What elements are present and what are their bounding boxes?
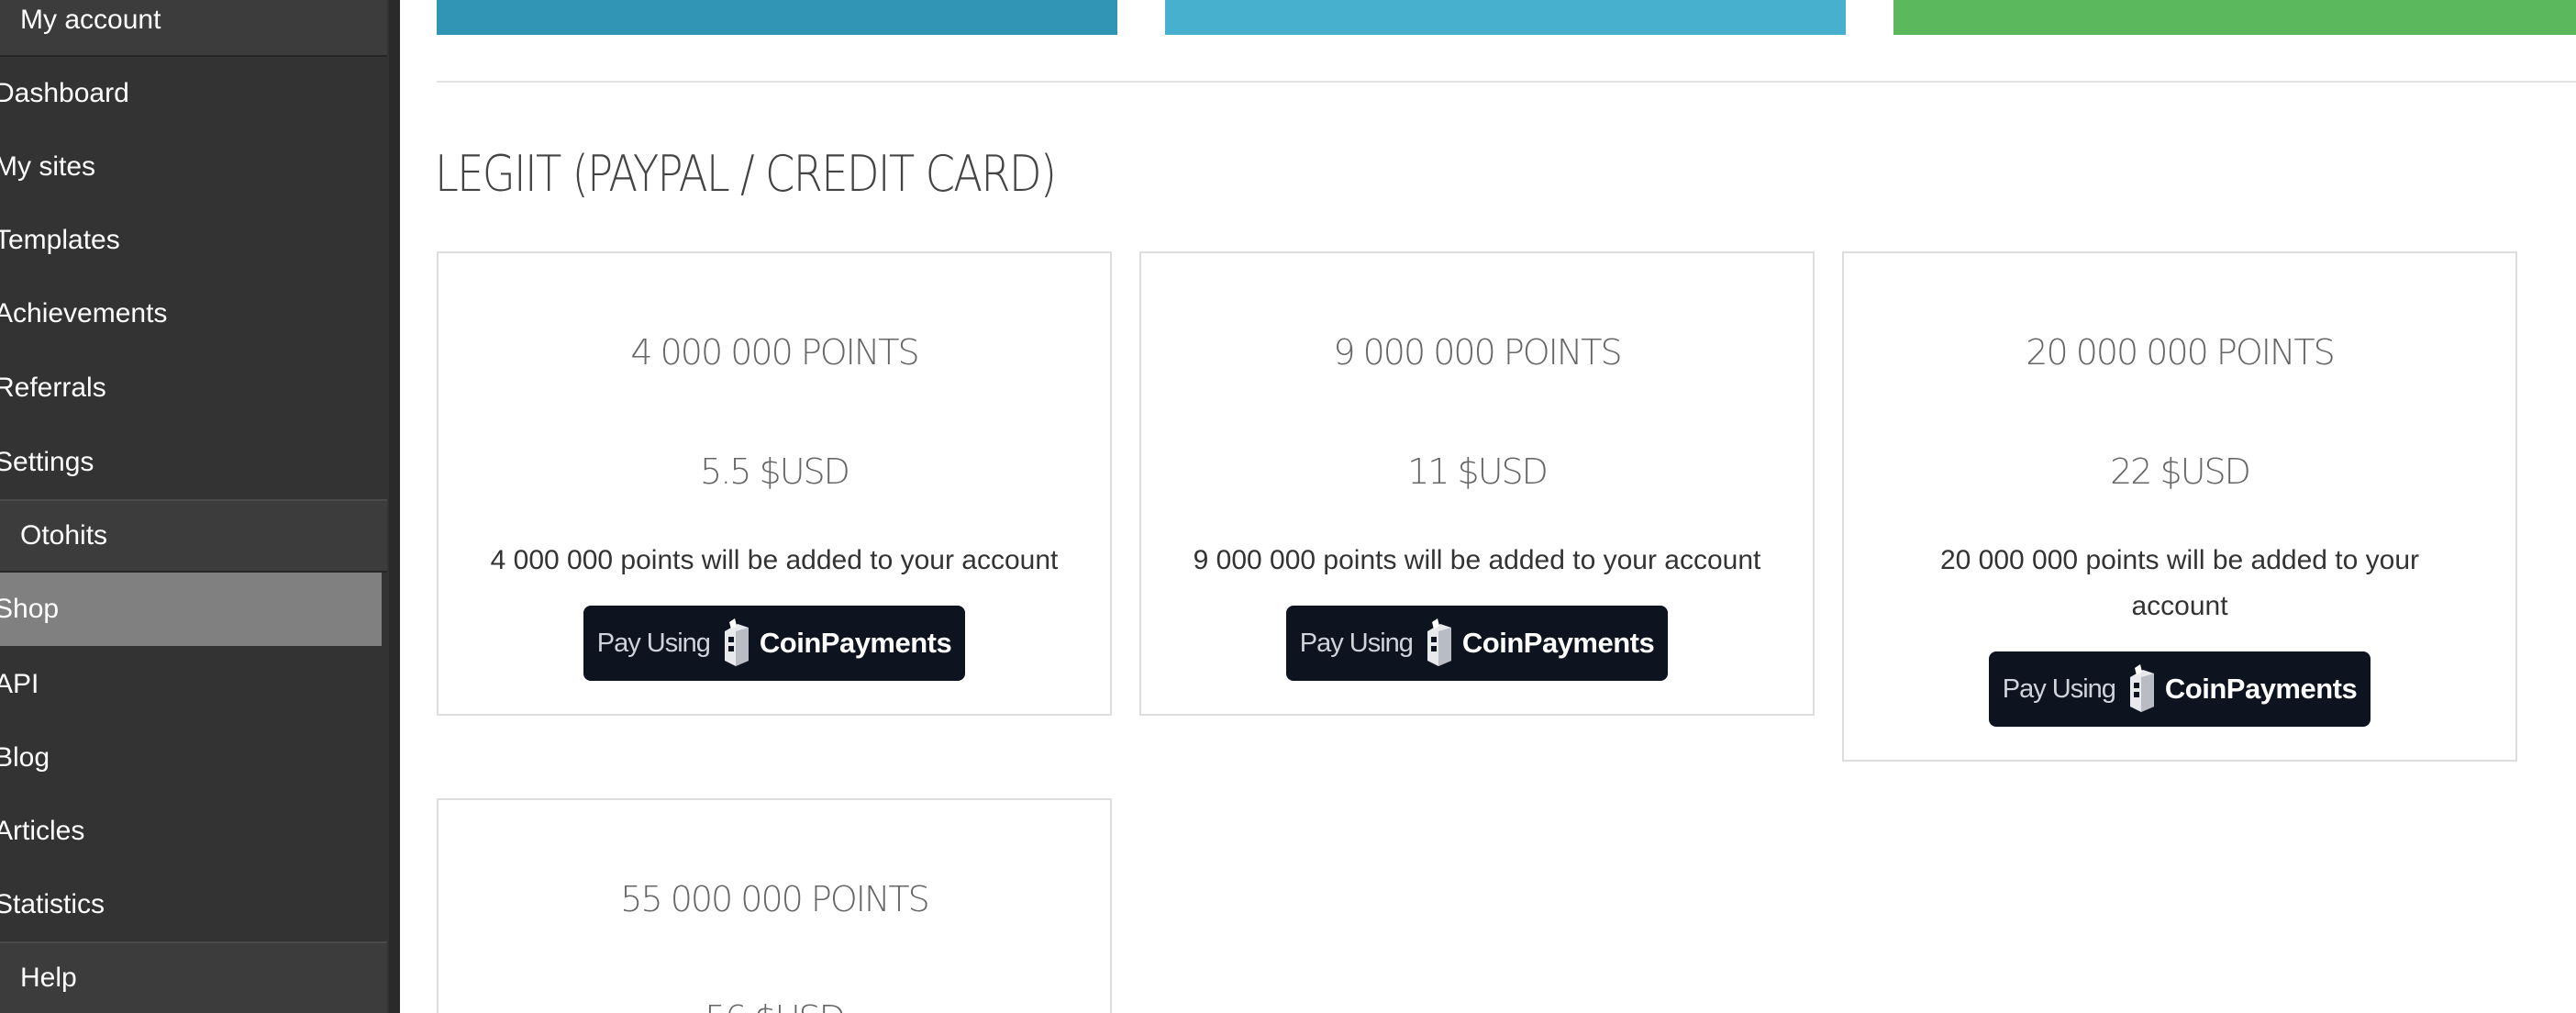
pay-coinpayments-button[interactable]: Pay Using CoinPayments [1989,651,2371,727]
sidebar-header-help[interactable]: Help [0,941,387,1013]
sidebar-item-label: Referrals [0,373,106,403]
package-points: 9 000 000 POINTS [1333,332,1622,373]
sidebar-item-blog[interactable]: Blog [0,721,382,795]
sidebar-item-label: Statistics [0,889,105,919]
section-divider [437,81,2576,83]
sidebar-item-label: Templates [0,225,120,255]
package-description: 4 000 000 points will be added to your a… [490,545,1059,575]
sidebar-item-statistics[interactable]: Statistics [0,868,382,941]
pay-coinpayments-button[interactable]: Pay Using CoinPayments [583,606,965,681]
package-points: 55 000 000 POINTS [620,879,929,919]
sidebar-item-my-sites[interactable]: My sites [0,130,382,204]
sidebar-item-api[interactable]: API [0,648,382,721]
sidebar-item-achievements[interactable]: Achievements [0,277,382,351]
package-card: 4 000 000 POINTS 5.5 $USD 4 000 000 poin… [437,251,1112,716]
top-color-bar-1 [437,0,1117,35]
sidebar-item-shop[interactable]: Shop [0,573,382,646]
package-description: 9 000 000 points will be added to your a… [1193,545,1761,575]
pay-coinpayments-button[interactable]: Pay Using CoinPayments [1286,606,1668,681]
package-card: 20 000 000 POINTS 22 $USD 20 000 000 poi… [1842,251,2517,762]
sidebar-item-referrals[interactable]: Referrals [0,351,382,425]
package-price: 5.5 $USD [700,451,850,492]
pay-button-brand: CoinPayments [1461,627,1655,659]
sidebar-item-label: Achievements [0,298,168,328]
sidebar-item-dashboard[interactable]: Dashboard [0,57,382,130]
main-content: LEGIIT (PAYPAL / CREDIT CARD) 4 000 000 … [400,0,2576,1013]
pay-button-prefix: Pay Using [1299,628,1414,658]
sidebar-item-label: My sites [0,151,96,182]
pay-button-brand: CoinPayments [2164,673,2358,705]
package-description: 20 000 000 points will be added to your … [1939,545,2420,621]
pay-button-prefix: Pay Using [596,628,711,658]
sidebar-item-label: Shop [0,594,60,624]
sidebar-item-templates[interactable]: Templates [0,204,382,277]
pay-button-brand: CoinPayments [759,627,952,659]
sidebar-header-my-account[interactable]: My account [0,0,387,57]
sidebar-item-articles[interactable]: Articles [0,795,382,868]
pay-button-prefix: Pay Using [2002,673,2116,704]
coinpayments-wallet-icon [2129,664,2154,712]
package-card: 55 000 000 POINTS 56 $USD [437,798,1112,1013]
package-price: 56 $USD [439,998,1110,1013]
sidebar-item-label: Articles [0,816,85,846]
sidebar-item-label: Dashboard [0,78,129,108]
sidebar-header-label: Help [20,963,77,993]
package-points: 4 000 000 POINTS [630,332,919,373]
section-title: LEGIIT (PAYPAL / CREDIT CARD) [435,145,1057,203]
package-price: 11 $USD [1407,451,1549,492]
top-color-bar-3 [1893,0,2576,35]
package-points: 20 000 000 POINTS [2026,332,2335,373]
sidebar-item-label: Blog [0,742,50,773]
sidebar-header-otohits[interactable]: Otohits [0,499,387,573]
coinpayments-wallet-icon [724,618,749,666]
sidebar-header-label: My account [20,5,161,35]
sidebar-item-settings[interactable]: Settings [0,426,382,499]
sidebar-header-label: Otohits [20,520,108,551]
sidebar-item-label: API [0,669,39,699]
coinpayments-wallet-icon [1427,618,1451,666]
sidebar: My account Dashboard My sites Templates … [0,0,400,1013]
sidebar-item-label: Settings [0,447,94,477]
package-card: 9 000 000 POINTS 11 $USD 9 000 000 point… [1139,251,1815,716]
package-price: 22 $USD [2110,451,2251,492]
top-color-bar-2 [1165,0,1846,35]
